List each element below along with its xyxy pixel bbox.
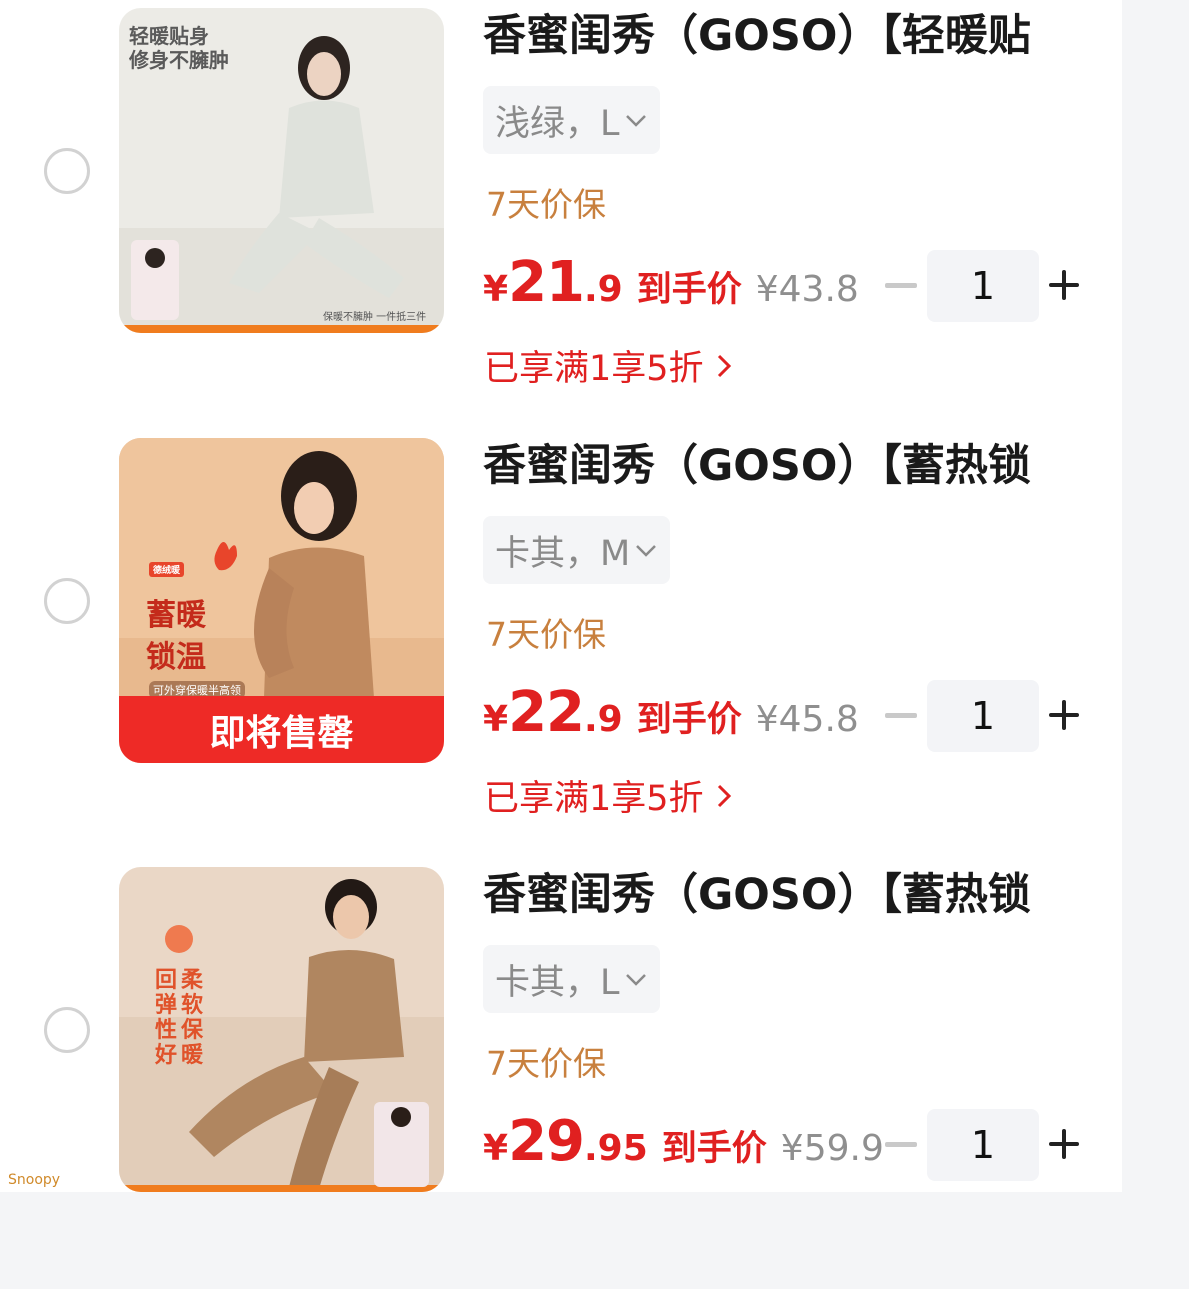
original-price: ¥59.9 — [780, 1128, 884, 1169]
quantity-field[interactable]: 1 — [927, 250, 1039, 322]
sold-out-banner: 即将售罄 — [119, 696, 444, 763]
price-integer: 29 — [508, 1109, 585, 1174]
chevron-down-icon — [625, 974, 646, 986]
price-decimal: .9 — [584, 269, 623, 310]
cart-item: 轻暖贴身 修身不臃肿 保暖不臃肿 一件抵三件 香蜜闺秀（GOSO）【轻暖贴 浅绿… — [0, 0, 1122, 430]
thumb-badge: 德绒暖 — [149, 562, 185, 577]
cart-item: 回 弹 性 好 柔 软 保 暖 香蜜闺秀（GOSO）【蓄热锁 卡其，L 7天价保… — [0, 859, 1122, 1289]
spec-selector[interactable]: 卡其，M — [483, 516, 671, 584]
sold-out-text: 即将售罄 — [209, 712, 354, 754]
currency-symbol: ¥ — [483, 699, 509, 740]
select-radio[interactable] — [44, 578, 90, 624]
select-radio[interactable] — [44, 148, 90, 194]
chevron-right-icon — [717, 784, 731, 807]
thumb-feature-char: 暖 — [181, 1043, 204, 1068]
decrease-quantity-button[interactable] — [885, 1142, 917, 1147]
price-integer: 22 — [508, 680, 585, 745]
cart-item: 德绒暖 蓄暖 锁温 可外穿保暖半高领 即将售罄 香蜜闺秀（GOSO）【蓄热锁 卡… — [0, 430, 1122, 860]
thumb-headline: 蓄暖 — [146, 598, 206, 633]
increase-quantity-button[interactable] — [1049, 270, 1079, 300]
product-title[interactable]: 香蜜闺秀（GOSO）【蓄热锁 — [483, 438, 1073, 494]
product-image[interactable]: 轻暖贴身 修身不臃肿 保暖不臃肿 一件抵三件 — [119, 8, 444, 333]
price-row: ¥ 21 .9 到手价 ¥43.8 — [483, 250, 859, 330]
select-radio[interactable] — [44, 1007, 90, 1053]
product-image[interactable]: 回 弹 性 好 柔 软 保 暖 — [119, 867, 444, 1192]
discount-link[interactable]: 已享满1享5折 — [484, 340, 734, 391]
quantity-field[interactable]: 1 — [927, 680, 1039, 752]
price-guarantee-tag: 7天价保 — [486, 615, 606, 654]
price-row: ¥ 22 .9 到手价 ¥45.8 — [483, 680, 859, 760]
price-row: ¥ 29 .95 到手价 ¥59.9 — [483, 1109, 884, 1189]
increase-quantity-button[interactable] — [1049, 1129, 1079, 1159]
watermark: Snoopy — [8, 1172, 61, 1188]
currency-symbol: ¥ — [483, 269, 509, 310]
thumb-subline: 修身不臃肿 — [129, 48, 229, 72]
price-integer: 21 — [508, 250, 585, 315]
chevron-down-icon — [636, 545, 657, 557]
spec-label: 卡其，M — [495, 533, 631, 574]
currency-symbol: ¥ — [483, 1128, 509, 1169]
final-price-label: 到手价 — [636, 700, 742, 740]
price-guarantee-tag: 7天价保 — [486, 1044, 606, 1083]
chevron-right-icon — [717, 354, 731, 377]
original-price: ¥43.8 — [755, 269, 859, 310]
decrease-quantity-button[interactable] — [885, 713, 917, 718]
quantity-field[interactable]: 1 — [927, 1109, 1039, 1181]
final-price-label: 到手价 — [636, 270, 742, 310]
product-title[interactable]: 香蜜闺秀（GOSO）【轻暖贴 — [483, 8, 1073, 64]
thumb-footer: 保暖不臃肿 一件抵三件 — [323, 312, 427, 323]
spec-label: 浅绿，L — [495, 103, 620, 144]
spec-label: 卡其，L — [495, 962, 620, 1003]
product-title[interactable]: 香蜜闺秀（GOSO）【蓄热锁 — [483, 867, 1073, 923]
price-decimal: .9 — [584, 699, 623, 740]
spec-selector[interactable]: 浅绿，L — [483, 86, 660, 154]
final-price-label: 到手价 — [661, 1129, 767, 1169]
discount-link[interactable]: 已享满1享5折 — [484, 770, 734, 821]
chevron-down-icon — [625, 115, 646, 127]
thumb-subline: 锁温 — [146, 640, 206, 675]
spec-selector[interactable]: 卡其，L — [483, 945, 660, 1013]
increase-quantity-button[interactable] — [1049, 700, 1079, 730]
original-price: ¥45.8 — [755, 699, 859, 740]
decrease-quantity-button[interactable] — [885, 283, 917, 288]
price-guarantee-tag: 7天价保 — [486, 185, 606, 224]
discount-text: 已享满1享5折 — [484, 779, 704, 819]
thumb-feature-char: 好 — [155, 1043, 178, 1068]
discount-text: 已享满1享5折 — [484, 349, 704, 389]
cart-list: 轻暖贴身 修身不臃肿 保暖不臃肿 一件抵三件 香蜜闺秀（GOSO）【轻暖贴 浅绿… — [0, 0, 1122, 1192]
price-decimal: .95 — [584, 1128, 648, 1169]
product-image[interactable]: 德绒暖 蓄暖 锁温 可外穿保暖半高领 即将售罄 — [119, 438, 444, 763]
